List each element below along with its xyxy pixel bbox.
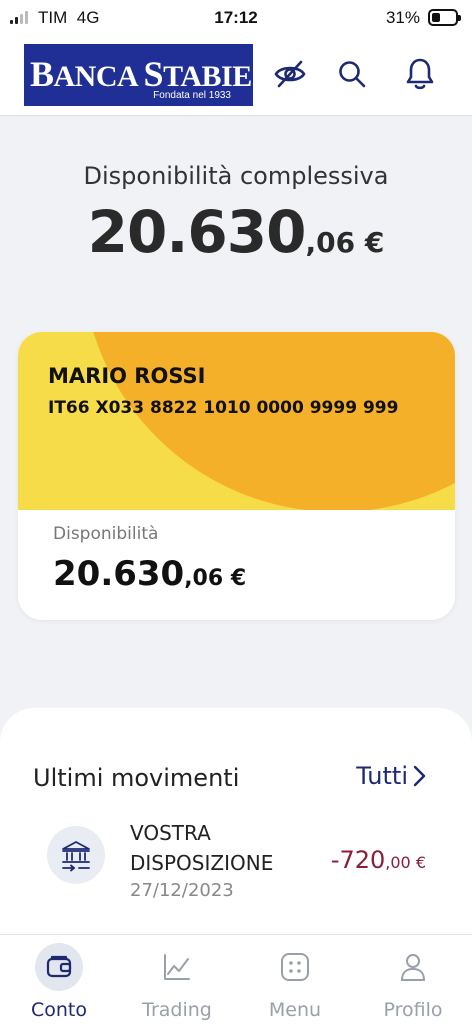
account-iban: IT66 X033 8822 1010 0000 9999 999 <box>48 398 399 418</box>
notifications-button[interactable] <box>402 56 438 92</box>
account-card[interactable]: MARIO ROSSI IT66 X033 8822 1010 0000 999… <box>18 332 455 620</box>
available-balance-label: Disponibilità <box>53 524 159 544</box>
chart-icon <box>164 954 190 980</box>
available-balance-decimals: ,06 € <box>184 566 247 591</box>
nav-profilo-label: Profilo <box>383 999 443 1021</box>
bottom-nav: Conto Trading Menu Profilo <box>0 934 472 1024</box>
total-balance-integer: 20.630 <box>87 198 307 266</box>
bank-transfer-icon <box>62 841 90 872</box>
total-balance-decimals: ,06 € <box>305 226 385 259</box>
battery-icon <box>428 9 461 26</box>
movement-amount-decimals: ,00 € <box>385 853 426 872</box>
nav-trading-icon-wrap <box>153 943 201 991</box>
eye-off-icon <box>274 60 306 88</box>
nav-profilo[interactable]: Profilo <box>354 935 472 1024</box>
account-holder: MARIO ROSSI <box>48 364 206 388</box>
available-balance-integer: 20.630 <box>53 554 185 594</box>
latest-movements-panel: Ultimi movimenti Tutti Vostra disposizio… <box>0 708 472 948</box>
available-balance-amount: 20.630,06 € <box>53 554 246 594</box>
menu-dots-icon <box>281 953 309 981</box>
nav-profilo-icon-wrap <box>389 943 437 991</box>
bank-logo: BANCA STABIESE Fondata nel 1933 <box>24 44 288 106</box>
total-balance-amount: 20.630,06 € <box>0 198 472 266</box>
see-all-label: Tutti <box>356 762 408 790</box>
nav-conto-icon-wrap <box>35 943 83 991</box>
nav-conto-label: Conto <box>30 999 87 1021</box>
search-icon <box>339 61 366 88</box>
nav-menu-label: Menu <box>268 999 322 1021</box>
app-header: BANCA STABIESE Fondata nel 1933 <box>0 40 472 116</box>
account-card-header: MARIO ROSSI IT66 X033 8822 1010 0000 999… <box>18 332 455 510</box>
nav-trading-label: Trading <box>142 999 212 1021</box>
latest-movements-title: Ultimi movimenti <box>33 764 240 792</box>
chevron-right-icon <box>413 765 426 787</box>
see-all-movements-link[interactable]: Tutti <box>356 762 426 790</box>
movement-date: 27/12/2023 <box>130 880 234 901</box>
nav-menu-icon-wrap <box>271 943 319 991</box>
hide-balance-button[interactable] <box>272 56 308 92</box>
nav-conto[interactable]: Conto <box>0 935 118 1024</box>
nav-menu[interactable]: Menu <box>236 935 354 1024</box>
logo-tagline: Fondata nel 1933 <box>153 90 231 101</box>
nav-trading[interactable]: Trading <box>118 935 236 1024</box>
movement-icon-badge <box>47 826 105 884</box>
movement-description: Vostra disposizione <box>130 821 274 875</box>
user-icon <box>400 954 426 981</box>
status-bar: TIM 4G 17:12 31% <box>0 0 472 40</box>
bell-icon <box>406 58 434 90</box>
search-button[interactable] <box>334 56 370 92</box>
logo-name: BANCA STABIESE <box>30 54 288 94</box>
battery-percent: 31% <box>385 8 420 27</box>
movement-amount: -720,00 € <box>331 846 426 874</box>
movement-amount-integer: -720 <box>330 846 386 874</box>
total-balance-label: Disponibilità complessiva <box>83 162 389 190</box>
wallet-icon <box>46 955 72 978</box>
